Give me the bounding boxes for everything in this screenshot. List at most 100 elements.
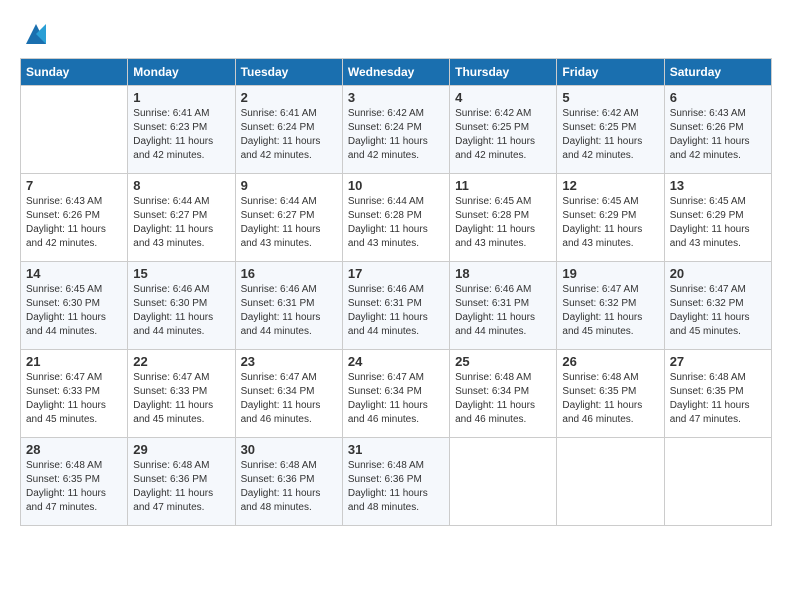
day-number: 7 [26,178,122,193]
weekday-header: Sunday [21,59,128,86]
calendar-cell: 4Sunrise: 6:42 AM Sunset: 6:25 PM Daylig… [450,86,557,174]
calendar-cell: 24Sunrise: 6:47 AM Sunset: 6:34 PM Dayli… [342,350,449,438]
day-number: 1 [133,90,229,105]
day-info: Sunrise: 6:46 AM Sunset: 6:30 PM Dayligh… [133,283,229,339]
day-number: 21 [26,354,122,369]
calendar-cell: 17 Sunrise: 6:46 AM Sunset: 6:31 PM Dayli… [342,262,449,350]
day-info: Sunrise: 6:43 AM Sunset: 6:26 PM Dayligh… [670,107,766,163]
day-info: Sunrise: 6:43 AM Sunset: 6:26 PM Dayligh… [26,195,122,251]
calendar-cell [664,438,771,526]
day-number: 17 [348,266,444,281]
calendar-cell: 22 Sunrise: 6:47 AM Sunset: 6:33 PM Dayli… [128,350,235,438]
day-info: Sunrise: 6:42 AM Sunset: 6:25 PM Dayligh… [455,107,551,163]
weekday-header: Friday [557,59,664,86]
day-info: Sunrise: 6:47 AM Sunset: 6:34 PM Dayligh… [348,371,444,427]
calendar-week-row: 14 Sunrise: 6:45 AM Sunset: 6:30 PM Dayli… [21,262,772,350]
day-info: Sunrise: 6:47 AM Sunset: 6:32 PM Dayligh… [670,283,766,339]
calendar-cell: 26 Sunrise: 6:48 AM Sunset: 6:35 PM Dayli… [557,350,664,438]
day-number: 27 [670,354,766,369]
day-number: 5 [562,90,658,105]
calendar-cell: 16 Sunrise: 6:46 AM Sunset: 6:31 PM Dayli… [235,262,342,350]
calendar-week-row: 28 Sunrise: 6:48 AM Sunset: 6:35 PM Dayli… [21,438,772,526]
calendar-cell: 7 Sunrise: 6:43 AM Sunset: 6:26 PM Daylig… [21,174,128,262]
day-number: 2 [241,90,337,105]
calendar-cell: 23 Sunrise: 6:47 AM Sunset: 6:34 PM Dayli… [235,350,342,438]
calendar-cell: 18 Sunrise: 6:46 AM Sunset: 6:31 PM Dayli… [450,262,557,350]
calendar-cell: 11Sunrise: 6:45 AM Sunset: 6:28 PM Dayli… [450,174,557,262]
day-info: Sunrise: 6:48 AM Sunset: 6:36 PM Dayligh… [241,459,337,515]
day-number: 13 [670,178,766,193]
day-number: 9 [241,178,337,193]
day-info: Sunrise: 6:42 AM Sunset: 6:25 PM Dayligh… [562,107,658,163]
calendar-cell [21,86,128,174]
calendar-cell: 21 Sunrise: 6:47 AM Sunset: 6:33 PM Dayli… [21,350,128,438]
day-info: Sunrise: 6:47 AM Sunset: 6:34 PM Dayligh… [241,371,337,427]
day-info: Sunrise: 6:44 AM Sunset: 6:28 PM Dayligh… [348,195,444,251]
day-info: Sunrise: 6:41 AM Sunset: 6:24 PM Dayligh… [241,107,337,163]
calendar-cell: 29 Sunrise: 6:48 AM Sunset: 6:36 PM Dayli… [128,438,235,526]
day-info: Sunrise: 6:41 AM Sunset: 6:23 PM Dayligh… [133,107,229,163]
calendar-cell: 20 Sunrise: 6:47 AM Sunset: 6:32 PM Dayli… [664,262,771,350]
calendar-cell: 15 Sunrise: 6:46 AM Sunset: 6:30 PM Dayli… [128,262,235,350]
day-info: Sunrise: 6:47 AM Sunset: 6:33 PM Dayligh… [26,371,122,427]
calendar-cell: 6 Sunrise: 6:43 AM Sunset: 6:26 PM Daylig… [664,86,771,174]
weekday-header: Monday [128,59,235,86]
day-info: Sunrise: 6:46 AM Sunset: 6:31 PM Dayligh… [241,283,337,339]
calendar-cell: 1 Sunrise: 6:41 AM Sunset: 6:23 PM Daylig… [128,86,235,174]
weekday-header: Thursday [450,59,557,86]
calendar-cell: 10Sunrise: 6:44 AM Sunset: 6:28 PM Dayli… [342,174,449,262]
calendar-cell: 19 Sunrise: 6:47 AM Sunset: 6:32 PM Dayli… [557,262,664,350]
day-number: 18 [455,266,551,281]
day-number: 28 [26,442,122,457]
day-info: Sunrise: 6:45 AM Sunset: 6:30 PM Dayligh… [26,283,122,339]
day-number: 14 [26,266,122,281]
day-info: Sunrise: 6:48 AM Sunset: 6:35 PM Dayligh… [26,459,122,515]
day-info: Sunrise: 6:48 AM Sunset: 6:34 PM Dayligh… [455,371,551,427]
weekday-header: Saturday [664,59,771,86]
day-info: Sunrise: 6:46 AM Sunset: 6:31 PM Dayligh… [455,283,551,339]
calendar-cell [557,438,664,526]
day-info: Sunrise: 6:48 AM Sunset: 6:36 PM Dayligh… [133,459,229,515]
day-number: 23 [241,354,337,369]
calendar-table: SundayMondayTuesdayWednesdayThursdayFrid… [20,58,772,526]
day-number: 8 [133,178,229,193]
day-number: 19 [562,266,658,281]
day-number: 16 [241,266,337,281]
day-number: 31 [348,442,444,457]
calendar-cell: 8 Sunrise: 6:44 AM Sunset: 6:27 PM Daylig… [128,174,235,262]
day-info: Sunrise: 6:48 AM Sunset: 6:35 PM Dayligh… [670,371,766,427]
weekday-header-row: SundayMondayTuesdayWednesdayThursdayFrid… [21,59,772,86]
logo [20,20,50,48]
weekday-header: Wednesday [342,59,449,86]
calendar-cell: 28 Sunrise: 6:48 AM Sunset: 6:35 PM Dayli… [21,438,128,526]
calendar-week-row: 21 Sunrise: 6:47 AM Sunset: 6:33 PM Dayli… [21,350,772,438]
calendar-cell: 12Sunrise: 6:45 AM Sunset: 6:29 PM Dayli… [557,174,664,262]
day-info: Sunrise: 6:48 AM Sunset: 6:35 PM Dayligh… [562,371,658,427]
calendar-cell: 13Sunrise: 6:45 AM Sunset: 6:29 PM Dayli… [664,174,771,262]
day-number: 25 [455,354,551,369]
day-info: Sunrise: 6:42 AM Sunset: 6:24 PM Dayligh… [348,107,444,163]
day-info: Sunrise: 6:46 AM Sunset: 6:31 PM Dayligh… [348,283,444,339]
calendar-week-row: 7 Sunrise: 6:43 AM Sunset: 6:26 PM Daylig… [21,174,772,262]
day-number: 20 [670,266,766,281]
calendar-cell: 9 Sunrise: 6:44 AM Sunset: 6:27 PM Daylig… [235,174,342,262]
calendar-cell: 27 Sunrise: 6:48 AM Sunset: 6:35 PM Dayli… [664,350,771,438]
day-info: Sunrise: 6:48 AM Sunset: 6:36 PM Dayligh… [348,459,444,515]
day-number: 6 [670,90,766,105]
day-number: 11 [455,178,551,193]
weekday-header: Tuesday [235,59,342,86]
day-number: 15 [133,266,229,281]
calendar-cell: 14 Sunrise: 6:45 AM Sunset: 6:30 PM Dayli… [21,262,128,350]
calendar-cell [450,438,557,526]
day-number: 3 [348,90,444,105]
day-number: 22 [133,354,229,369]
day-info: Sunrise: 6:44 AM Sunset: 6:27 PM Dayligh… [241,195,337,251]
day-number: 29 [133,442,229,457]
day-info: Sunrise: 6:47 AM Sunset: 6:32 PM Dayligh… [562,283,658,339]
day-info: Sunrise: 6:47 AM Sunset: 6:33 PM Dayligh… [133,371,229,427]
calendar-cell: 25 Sunrise: 6:48 AM Sunset: 6:34 PM Dayli… [450,350,557,438]
day-number: 26 [562,354,658,369]
calendar-cell: 30Sunrise: 6:48 AM Sunset: 6:36 PM Dayli… [235,438,342,526]
day-info: Sunrise: 6:44 AM Sunset: 6:27 PM Dayligh… [133,195,229,251]
page-header [20,20,772,48]
